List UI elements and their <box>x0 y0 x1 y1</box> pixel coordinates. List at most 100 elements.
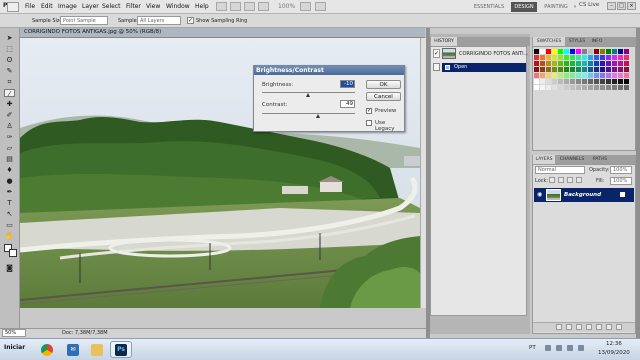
swatch-cell[interactable] <box>534 73 539 78</box>
eyedropper-preset-icon[interactable] <box>7 2 19 12</box>
swatch-cell[interactable] <box>546 61 551 66</box>
tab-styles[interactable]: STYLES <box>566 37 588 46</box>
swatch-cell[interactable] <box>558 79 563 84</box>
swatch-cell[interactable] <box>576 67 581 72</box>
swatch-cell[interactable] <box>612 49 617 54</box>
screen-mode-icon[interactable] <box>315 2 326 11</box>
swatch-cell[interactable] <box>600 67 605 72</box>
swatch-cell[interactable] <box>600 61 605 66</box>
contrast-slider-track[interactable] <box>262 113 355 114</box>
swatch-cell[interactable] <box>618 67 623 72</box>
zoom-tool-icon[interactable] <box>258 2 269 11</box>
crop-tool-icon[interactable]: ⌗ <box>4 78 15 86</box>
pen-tool-icon[interactable]: ✒ <box>4 188 15 196</box>
link-layers-icon[interactable] <box>556 324 562 330</box>
snapshot-brush-icon[interactable]: ✓ <box>433 49 440 58</box>
zoom-level[interactable]: 100% <box>278 3 295 10</box>
contrast-input[interactable]: 49 <box>340 100 355 108</box>
swatch-cell[interactable] <box>594 85 599 90</box>
swatch-cell[interactable] <box>540 61 545 66</box>
maximize-icon[interactable]: □ <box>617 2 626 10</box>
swatch-cell[interactable] <box>570 55 575 60</box>
fill-field[interactable]: 100% <box>610 177 632 185</box>
swatch-cell[interactable] <box>612 67 617 72</box>
blend-mode-select[interactable]: Normal <box>535 166 585 174</box>
swatch-cell[interactable] <box>564 55 569 60</box>
swatch-cell[interactable] <box>618 61 623 66</box>
adjustment-layer-icon[interactable] <box>586 324 592 330</box>
swatch-cell[interactable] <box>618 49 623 54</box>
new-layer-icon[interactable] <box>606 324 612 330</box>
swatch-cell[interactable] <box>612 79 617 84</box>
swatch-cell[interactable] <box>588 55 593 60</box>
swatch-cell[interactable] <box>570 85 575 90</box>
lock-position-icon[interactable] <box>567 177 573 183</box>
swatch-cell[interactable] <box>624 73 629 78</box>
swatch-cell[interactable] <box>558 85 563 90</box>
tab-layers[interactable]: LAYERS <box>533 155 555 164</box>
quick-mask-icon[interactable]: ◙ <box>4 264 15 272</box>
swatch-cell[interactable] <box>594 79 599 84</box>
layer-style-icon[interactable] <box>566 324 572 330</box>
swatch-grid[interactable] <box>534 49 630 95</box>
menu-layer[interactable]: Layer <box>82 3 99 10</box>
swatch-cell[interactable] <box>546 85 551 90</box>
swatch-cell[interactable] <box>582 49 587 54</box>
swatch-cell[interactable] <box>570 79 575 84</box>
swatch-cell[interactable] <box>594 73 599 78</box>
swatch-cell[interactable] <box>540 73 545 78</box>
swatch-cell[interactable] <box>600 85 605 90</box>
swatch-cell[interactable] <box>546 67 551 72</box>
lock-image-icon[interactable] <box>558 177 564 183</box>
swatch-cell[interactable] <box>606 49 611 54</box>
ok-button[interactable]: OK <box>366 80 401 89</box>
swatch-cell[interactable] <box>588 67 593 72</box>
workspace-essentials[interactable]: ESSENTIALS <box>471 2 507 12</box>
swatch-cell[interactable] <box>546 73 551 78</box>
bridge-icon[interactable] <box>216 2 227 11</box>
menu-select[interactable]: Select <box>102 3 121 10</box>
swatch-cell[interactable] <box>576 73 581 78</box>
swatch-cell[interactable] <box>582 73 587 78</box>
history-step[interactable]: Open <box>442 63 526 72</box>
gradient-tool-icon[interactable]: ▤ <box>4 155 15 163</box>
swatch-cell[interactable] <box>612 73 617 78</box>
spot-healing-tool-icon[interactable]: ✚ <box>4 100 15 108</box>
swatch-cell[interactable] <box>588 61 593 66</box>
swatch-cell[interactable] <box>558 67 563 72</box>
swatch-cell[interactable] <box>624 61 629 66</box>
tab-swatches[interactable]: SWATCHES <box>533 37 565 46</box>
swatch-cell[interactable] <box>558 61 563 66</box>
status-zoom-field[interactable]: 50% <box>2 329 26 337</box>
tab-paths[interactable]: PATHS <box>589 155 611 164</box>
swatch-cell[interactable] <box>534 55 539 60</box>
swatch-cell[interactable] <box>564 85 569 90</box>
swatch-cell[interactable] <box>558 49 563 54</box>
mini-bridge-icon[interactable] <box>230 2 241 11</box>
dialog-title[interactable]: Brightness/Contrast <box>254 66 404 75</box>
swatch-cell[interactable] <box>618 55 623 60</box>
preview-checkbox[interactable]: ✓ <box>366 108 372 114</box>
swatch-cell[interactable] <box>534 49 539 54</box>
close-icon[interactable]: × <box>627 2 636 10</box>
contrast-slider-knob[interactable] <box>315 114 320 118</box>
swatch-cell[interactable] <box>588 73 593 78</box>
swatch-cell[interactable] <box>600 73 605 78</box>
hand-tool-icon[interactable] <box>244 2 255 11</box>
swatch-cell[interactable] <box>618 73 623 78</box>
swatch-cell[interactable] <box>576 61 581 66</box>
swatch-cell[interactable] <box>540 49 545 54</box>
swatch-cell[interactable] <box>588 49 593 54</box>
opacity-field[interactable]: 100% <box>610 166 632 174</box>
swatch-cell[interactable] <box>576 55 581 60</box>
swatch-cell[interactable] <box>606 61 611 66</box>
delete-layer-icon[interactable] <box>616 324 622 330</box>
swatch-cell[interactable] <box>552 79 557 84</box>
swatch-cell[interactable] <box>552 67 557 72</box>
language-indicator[interactable]: PT <box>529 345 536 351</box>
swatch-cell[interactable] <box>540 85 545 90</box>
workspace-painting[interactable]: PAINTING <box>541 2 571 12</box>
dodge-tool-icon[interactable]: ● <box>4 177 15 185</box>
brightness-slider-knob[interactable] <box>305 93 310 97</box>
swatch-cell[interactable] <box>594 61 599 66</box>
